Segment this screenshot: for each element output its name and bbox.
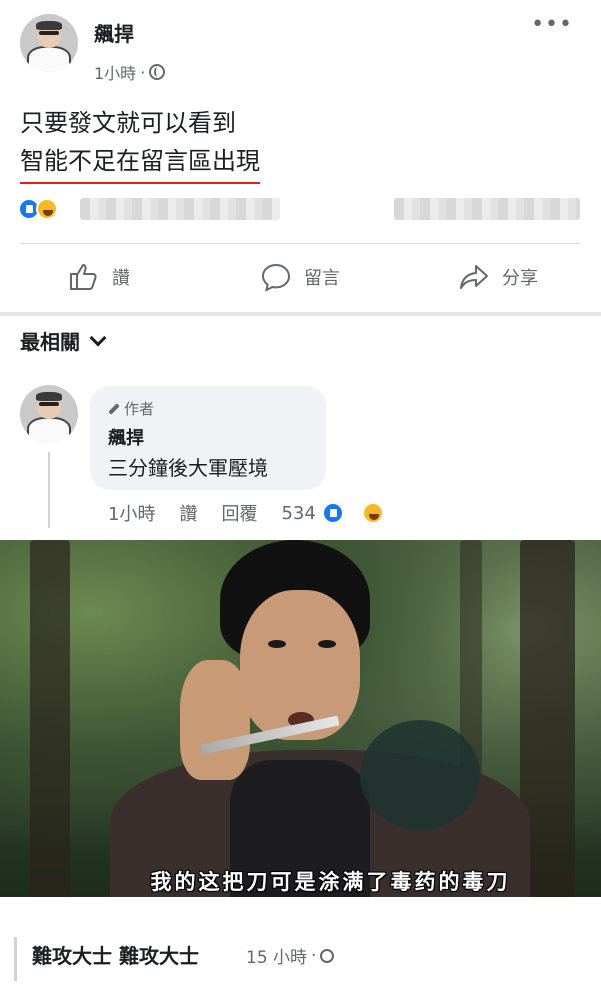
- more-options-icon[interactable]: •••: [531, 12, 573, 37]
- comment-label: 留言: [304, 268, 340, 289]
- next-comment-time[interactable]: 15 小時: [246, 943, 307, 968]
- comment-meta: 1小時 讚 回覆 534: [108, 500, 408, 526]
- haha-reaction-icon: [361, 502, 384, 524]
- comment-reply-button[interactable]: 回覆: [221, 500, 257, 526]
- reactions-summary[interactable]: [18, 196, 583, 222]
- post-action-bar: 讚 留言 分享: [0, 244, 601, 312]
- blurred-reactors: [80, 198, 280, 220]
- image-subtitle: 我的这把刀可是涂满了毒药的毒刀: [150, 869, 511, 894]
- next-comment: 難攻大士 難攻大士 15 小時 ·: [0, 897, 601, 1000]
- comment-bubble: 作者 飆捍 三分鐘後大軍壓境: [90, 386, 326, 490]
- like-label: 讚: [112, 268, 130, 289]
- comment-text: 三分鐘後大軍壓境: [108, 456, 268, 480]
- comment-time[interactable]: 1小時: [108, 500, 155, 526]
- chevron-down-icon: [89, 329, 107, 346]
- commenter-avatar[interactable]: [20, 385, 78, 443]
- next-comment-author[interactable]: 難攻大士 難攻大士: [32, 940, 199, 969]
- post-author-name[interactable]: 飆捍: [94, 18, 134, 47]
- author-avatar[interactable]: [20, 14, 78, 72]
- thumbs-up-icon: [70, 264, 97, 290]
- share-label: 分享: [502, 268, 538, 289]
- comment-button[interactable]: 留言: [260, 260, 340, 294]
- meta-separator: ·: [311, 945, 317, 966]
- comment-like-button[interactable]: 讚: [179, 500, 197, 526]
- post-text-line-1: 只要發文就可以看到: [20, 109, 236, 137]
- author-badge-label: 作者: [124, 400, 155, 418]
- comment-image[interactable]: 我的这把刀可是涂满了毒药的毒刀: [0, 540, 601, 897]
- haha-reaction-icon: [36, 198, 58, 220]
- post-meta: 1小時 ·: [94, 60, 166, 84]
- share-button[interactable]: 分享: [458, 260, 538, 294]
- reply-thread-line: [14, 937, 17, 981]
- facebook-post-screen: 飆捍 1小時 · ••• 只要發文就可以看到 智能不足在留言區出現 讚 留言 分…: [0, 0, 601, 1000]
- comment-reaction-count[interactable]: 534: [281, 503, 315, 524]
- globe-icon: [320, 948, 335, 963]
- next-comment-meta: 15 小時 ·: [246, 943, 335, 968]
- like-reaction-icon: [321, 502, 344, 524]
- pencil-icon: [108, 402, 120, 415]
- meta-separator: ·: [140, 62, 146, 82]
- blurred-counts: [394, 198, 580, 220]
- section-separator: [0, 312, 601, 316]
- author-badge: 作者: [108, 398, 154, 419]
- sort-label: 最相關: [20, 330, 80, 354]
- comment-bubble-icon: [261, 263, 291, 292]
- like-button[interactable]: 讚: [68, 260, 130, 294]
- globe-icon: [149, 64, 166, 80]
- post-text: 只要發文就可以看到 智能不足在留言區出現: [20, 104, 260, 184]
- reply-thread-line: [48, 452, 50, 528]
- post-time[interactable]: 1小時: [94, 60, 136, 84]
- comment-sort-dropdown[interactable]: 最相關: [20, 326, 107, 355]
- post-header: 飆捍 1小時 · •••: [0, 0, 601, 90]
- share-arrow-icon: [460, 265, 488, 289]
- comment-author-name[interactable]: 飆捍: [108, 424, 144, 450]
- post-text-line-2: 智能不足在留言區出現: [20, 142, 260, 184]
